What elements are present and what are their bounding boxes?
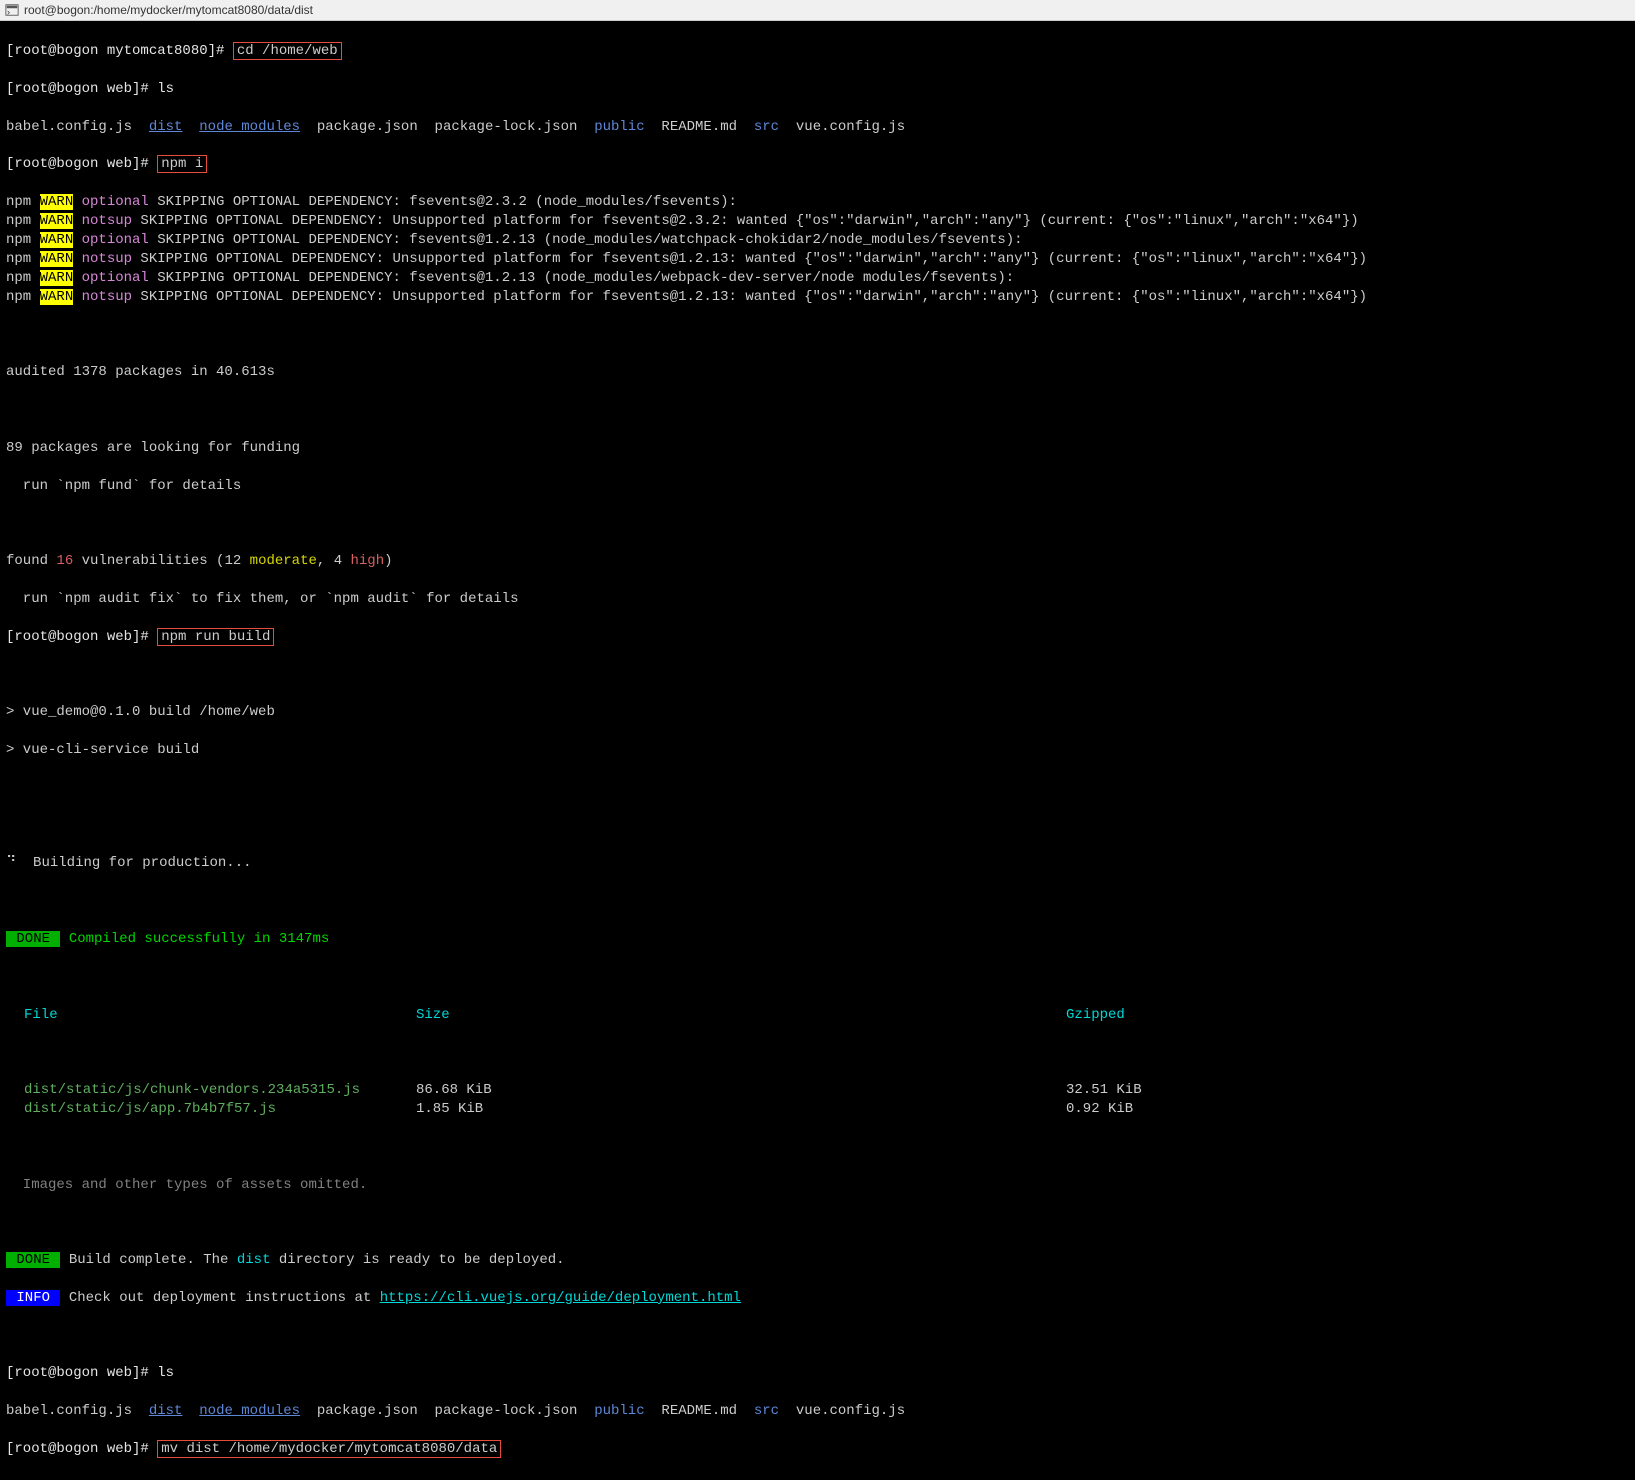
file: babel.config.js <box>6 119 132 135</box>
dir: src <box>754 119 779 135</box>
shell-line: [root@bogon mytomcat8080]# cd /home/web <box>6 42 1629 61</box>
done-line: DONE Build complete. The dist directory … <box>6 1251 1629 1270</box>
blank-line <box>6 779 1629 798</box>
cell-size: 86.68 KiB <box>416 1081 1066 1100</box>
dir: dist <box>149 119 183 135</box>
file: package-lock.json <box>435 119 578 135</box>
blank-line <box>6 892 1629 911</box>
blank-line <box>6 817 1629 836</box>
info-line: INFO Check out deployment instructions a… <box>6 1289 1629 1308</box>
warn-tag: notsup <box>73 289 132 305</box>
build-rows: dist/static/js/chunk-vendors.234a5315.js… <box>6 1081 1629 1119</box>
warn-tag: optional <box>73 232 149 248</box>
warn-tag: optional <box>73 270 149 286</box>
window-title-bar: root@bogon:/home/mydocker/mytomcat8080/d… <box>0 0 1635 21</box>
highlighted-command: npm run build <box>157 628 274 646</box>
blank-line <box>6 1138 1629 1157</box>
npm-warn-line: npm WARN optional SKIPPING OPTIONAL DEPE… <box>6 269 1629 288</box>
cell-gzip: 0.92 KiB <box>1066 1100 1629 1119</box>
ls-output: babel.config.js dist node_modules packag… <box>6 1402 1629 1421</box>
build-line: > vue_demo@0.1.0 build /home/web <box>6 703 1629 722</box>
blank-line <box>6 514 1629 533</box>
shell-prompt: [root@bogon mytomcat8080]# <box>6 43 233 59</box>
omitted-line: Images and other types of assets omitted… <box>6 1176 1629 1195</box>
funding-detail: run `npm fund` for details <box>6 477 1629 496</box>
blank-line <box>6 1213 1629 1232</box>
done-badge: DONE <box>6 931 60 947</box>
col-gzip: Gzipped <box>1066 1006 1629 1025</box>
npm-warn-block: npm WARN optional SKIPPING OPTIONAL DEPE… <box>6 193 1629 306</box>
highlighted-command: npm i <box>157 155 207 173</box>
blank-line <box>6 325 1629 344</box>
table-row: dist/static/js/app.7b4b7f57.js1.85 KiB0.… <box>6 1100 1629 1119</box>
blank-line <box>6 1327 1629 1346</box>
shell-line: [root@bogon web]# ls <box>6 80 1629 99</box>
npm-warn-line: npm WARN notsup SKIPPING OPTIONAL DEPEND… <box>6 288 1629 307</box>
npm-warn-line: npm WARN optional SKIPPING OPTIONAL DEPE… <box>6 193 1629 212</box>
done-badge: DONE <box>6 1252 60 1268</box>
audit-fix-line: run `npm audit fix` to fix them, or `npm… <box>6 590 1629 609</box>
warn-tag: optional <box>73 194 149 210</box>
warn-badge: WARN <box>40 213 74 229</box>
file: package.json <box>317 119 418 135</box>
file: babel.config.js <box>6 1403 132 1419</box>
blank-line <box>6 665 1629 684</box>
npm-warn-line: npm WARN optional SKIPPING OPTIONAL DEPE… <box>6 231 1629 250</box>
warn-badge: WARN <box>40 270 74 286</box>
file: vue.config.js <box>796 119 905 135</box>
warn-tag: notsup <box>73 213 132 229</box>
shell-line: [root@bogon web]# mv dist /home/mydocker… <box>6 1440 1629 1459</box>
warn-badge: WARN <box>40 194 74 210</box>
dir: src <box>754 1403 779 1419</box>
blank-line <box>6 968 1629 987</box>
col-file: File <box>6 1006 416 1025</box>
dir: node_modules <box>199 1403 300 1419</box>
cell-size: 1.85 KiB <box>416 1100 1066 1119</box>
shell-line: [root@bogon web]# ls <box>6 1364 1629 1383</box>
audit-line: audited 1378 packages in 40.613s <box>6 363 1629 382</box>
terminal-viewport[interactable]: [root@bogon mytomcat8080]# cd /home/web … <box>0 21 1635 1480</box>
npm-warn-line: npm WARN notsup SKIPPING OPTIONAL DEPEND… <box>6 250 1629 269</box>
funding-line: 89 packages are looking for funding <box>6 439 1629 458</box>
shell-prompt: [root@bogon web]# <box>6 156 157 172</box>
warn-tag: notsup <box>73 251 132 267</box>
file: README.md <box>661 1403 737 1419</box>
shell-prompt: [root@bogon web]# <box>6 1441 157 1457</box>
blank-line <box>6 1043 1629 1062</box>
warn-badge: WARN <box>40 251 74 267</box>
info-badge: INFO <box>6 1290 60 1306</box>
shell-line: [root@bogon web]# npm run build <box>6 628 1629 647</box>
window-title: root@bogon:/home/mydocker/mytomcat8080/d… <box>24 2 313 18</box>
warn-badge: WARN <box>40 232 74 248</box>
done-line: DONE Compiled successfully in 3147ms <box>6 930 1629 949</box>
file: README.md <box>661 119 737 135</box>
dir: node_modules <box>199 119 300 135</box>
file: vue.config.js <box>796 1403 905 1419</box>
shell-prompt: [root@bogon web]# <box>6 629 157 645</box>
terminal-icon <box>4 2 20 18</box>
cell-file: dist/static/js/app.7b4b7f57.js <box>6 1100 416 1119</box>
building-line: ⠙ Building for production... <box>6 854 1629 873</box>
highlighted-command: cd /home/web <box>233 42 342 60</box>
dir: public <box>594 119 644 135</box>
file: package.json <box>317 1403 418 1419</box>
shell-line: [root@bogon web]# npm i <box>6 155 1629 174</box>
table-row: dist/static/js/chunk-vendors.234a5315.js… <box>6 1081 1629 1100</box>
build-output-table: File Size Gzipped <box>6 1006 1629 1025</box>
cell-file: dist/static/js/chunk-vendors.234a5315.js <box>6 1081 416 1100</box>
dir: dist <box>149 1403 183 1419</box>
warn-badge: WARN <box>40 289 74 305</box>
dir: public <box>594 1403 644 1419</box>
highlighted-command: mv dist /home/mydocker/mytomcat8080/data <box>157 1440 501 1458</box>
file: package-lock.json <box>435 1403 578 1419</box>
col-size: Size <box>416 1006 1066 1025</box>
build-line: > vue-cli-service build <box>6 741 1629 760</box>
cell-gzip: 32.51 KiB <box>1066 1081 1629 1100</box>
vuln-line: found 16 vulnerabilities (12 moderate, 4… <box>6 552 1629 571</box>
npm-warn-line: npm WARN notsup SKIPPING OPTIONAL DEPEND… <box>6 212 1629 231</box>
deployment-url[interactable]: https://cli.vuejs.org/guide/deployment.h… <box>380 1290 741 1306</box>
blank-line <box>6 401 1629 420</box>
ls-output: babel.config.js dist node_modules packag… <box>6 118 1629 137</box>
